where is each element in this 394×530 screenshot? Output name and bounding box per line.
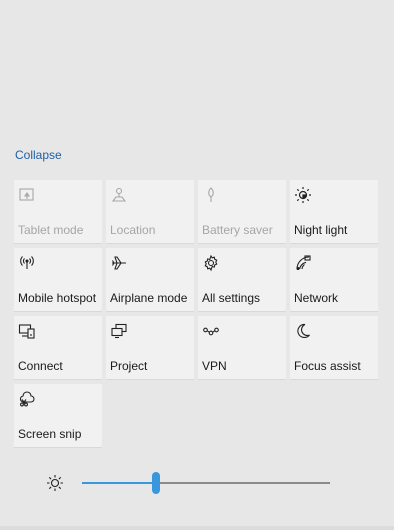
brightness-slider-row [0,468,394,498]
tile-vpn[interactable]: VPN [198,316,286,380]
tile-screen-snip[interactable]: Screen snip [14,384,102,448]
tile-label: All settings [202,291,261,305]
tile-label: Mobile hotspot [18,291,97,305]
tile-all-settings[interactable]: All settings [198,248,286,312]
brightness-slider-track[interactable] [82,472,330,494]
project-icon [110,322,128,340]
connect-icon [18,322,36,340]
moon-icon [294,322,312,340]
tile-label: Airplane mode [110,291,188,305]
vpn-icon [202,322,220,340]
tile-label: Night light [294,223,348,237]
brightness-slider-fill [82,482,156,484]
mobile-hotspot-icon [18,254,36,272]
tile-label: Project [110,359,148,373]
tile-mobile-hotspot[interactable]: Mobile hotspot [14,248,102,312]
tile-label: Focus assist [294,359,361,373]
panel-bottom-edge [0,526,394,530]
quick-actions-grid: Tablet mode Location Battery saver Night… [14,180,378,448]
night-light-icon [294,186,312,204]
tile-battery-saver[interactable]: Battery saver [198,180,286,244]
settings-gear-icon [202,254,220,272]
collapse-link[interactable]: Collapse [15,148,62,162]
tile-label: Location [110,223,156,237]
tile-connect[interactable]: Connect [14,316,102,380]
tile-label: Network [294,291,339,305]
tile-airplane-mode[interactable]: Airplane mode [106,248,194,312]
brightness-slider-thumb[interactable] [152,472,160,494]
network-icon [294,254,312,272]
tile-label: Screen snip [18,427,82,441]
tile-project[interactable]: Project [106,316,194,380]
tile-label: Connect [18,359,63,373]
tile-label: Tablet mode [18,223,84,237]
brightness-sun-icon [45,473,65,493]
tablet-mode-icon [18,186,36,204]
battery-saver-icon [202,186,220,204]
tile-label: VPN [202,359,227,373]
action-center-panel: Collapse Tablet mode Location Battery sa… [0,0,394,530]
tile-focus-assist[interactable]: Focus assist [290,316,378,380]
tile-location[interactable]: Location [106,180,194,244]
tile-tablet-mode[interactable]: Tablet mode [14,180,102,244]
tile-label: Battery saver [202,223,273,237]
airplane-icon [110,254,128,272]
location-icon [110,186,128,204]
tile-network[interactable]: Network [290,248,378,312]
screen-snip-icon [18,390,36,408]
tile-night-light[interactable]: Night light [290,180,378,244]
